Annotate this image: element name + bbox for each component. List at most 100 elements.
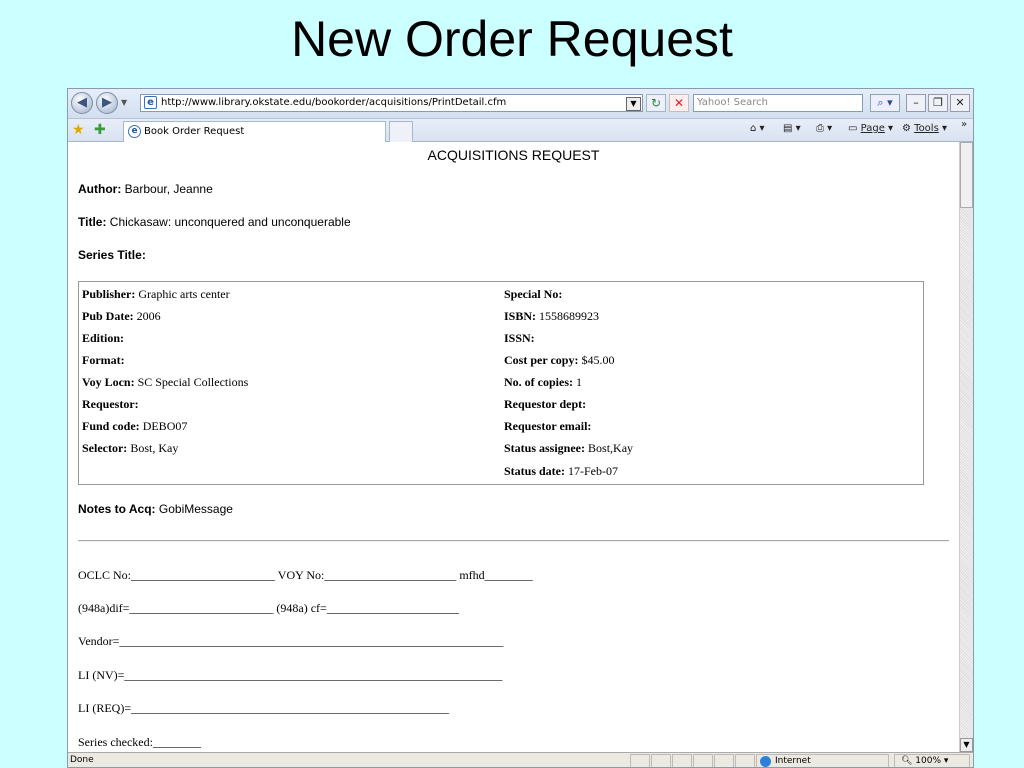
- isbn-row: ISBN: 1558689923: [504, 309, 599, 324]
- series-title-label: Series Title:: [78, 248, 146, 262]
- selector-label: Selector:: [82, 441, 128, 455]
- details-box: Publisher: Graphic arts center Pub Date:…: [78, 281, 924, 485]
- status-date-value: 17-Feb-07: [568, 464, 619, 478]
- li-nv-line: LI (NV)=________________________________…: [78, 668, 503, 682]
- status-pane: [672, 754, 692, 767]
- 948a-line: (948a)dif=________________________ (948a…: [78, 601, 459, 615]
- print-icon[interactable]: ⎙ ▾: [816, 123, 832, 134]
- status-assignee-label: Status assignee:: [504, 441, 586, 455]
- zoom-control[interactable]: 🔍︎ 100% ▾: [894, 754, 970, 767]
- feeds-icon[interactable]: ▤ ▾: [783, 123, 801, 134]
- slide-title: New Order Request: [291, 11, 733, 67]
- notes-value: GobiMessage: [158, 502, 233, 516]
- isbn-label: ISBN:: [504, 309, 537, 323]
- title-label: Title:: [78, 215, 107, 229]
- browser-window: ◀ ▶ ▼ e http://www.library.okstate.edu/b…: [67, 88, 974, 768]
- refresh-button[interactable]: ↻: [646, 94, 666, 112]
- status-pane: [714, 754, 734, 767]
- oclc-line: OCLC No:________________________ VOY No:…: [78, 568, 533, 582]
- stop-button[interactable]: ✕: [669, 94, 689, 112]
- fund-code-value: DEBO07: [142, 419, 188, 433]
- cost-per-copy-label: Cost per copy:: [504, 353, 579, 367]
- status-date-row: Status date: 17-Feb-07: [504, 464, 618, 479]
- status-text: Done: [70, 755, 94, 765]
- requestor-dept-row: Requestor dept:: [504, 397, 586, 412]
- title-value: Chickasaw: unconquered and unconquerable: [109, 215, 351, 229]
- status-pane: [735, 754, 755, 767]
- search-input[interactable]: Yahoo! Search: [693, 94, 863, 112]
- series-title-field: Series Title:: [78, 248, 146, 262]
- search-button[interactable]: ⌕ ▾: [870, 94, 900, 112]
- close-window-button[interactable]: ✕: [950, 94, 970, 112]
- scrollbar-thumb[interactable]: [960, 142, 973, 208]
- new-tab-button[interactable]: [389, 121, 413, 142]
- status-date-label: Status date:: [504, 464, 566, 478]
- add-favorites-icon[interactable]: ✚: [94, 122, 106, 138]
- back-button[interactable]: ◀: [71, 92, 93, 114]
- author-label: Author:: [78, 182, 122, 196]
- special-no-label: Special No:: [504, 287, 563, 301]
- format-label: Format:: [82, 353, 125, 367]
- publisher-label: Publisher:: [82, 287, 136, 301]
- ie-tab-icon: e: [128, 125, 141, 138]
- ie-page-icon: e: [144, 96, 157, 109]
- cost-per-copy-row: Cost per copy: $45.00: [504, 353, 614, 368]
- selector-value: Bost, Kay: [130, 441, 179, 455]
- issn-label: ISSN:: [504, 331, 535, 345]
- publisher-row: Publisher: Graphic arts center: [82, 287, 230, 302]
- li-req-line: LI (REQ)=_______________________________…: [78, 701, 450, 715]
- special-no-row: Special No:: [504, 287, 562, 302]
- minimize-button[interactable]: –: [906, 94, 926, 112]
- format-row: Format:: [82, 353, 125, 368]
- more-chevron-icon[interactable]: »: [961, 119, 967, 130]
- notes-label: Notes to Acq:: [78, 502, 156, 516]
- acquisitions-heading: ACQUISITIONS REQUEST: [427, 147, 600, 163]
- copies-label: No. of copies:: [504, 375, 573, 389]
- security-zone[interactable]: Internet: [756, 754, 889, 767]
- zone-label: Internet: [775, 756, 811, 766]
- status-assignee-value: Bost,Kay: [588, 441, 634, 455]
- edition-label: Edition:: [82, 331, 125, 345]
- address-url: http://www.library.okstate.edu/bookorder…: [161, 97, 507, 108]
- favorites-star-icon[interactable]: ★: [72, 122, 85, 138]
- author-field: Author: Barbour, Jeanne: [78, 182, 213, 196]
- pub-date-value: 2006: [136, 309, 161, 323]
- status-pane: [651, 754, 671, 767]
- requestor-dept-label: Requestor dept:: [504, 397, 587, 411]
- restore-button[interactable]: ❐: [928, 94, 948, 112]
- voy-locn-row: Voy Locn: SC Special Collections: [82, 375, 248, 390]
- status-pane: [693, 754, 713, 767]
- page-menu[interactable]: ▭ Page ▾: [848, 123, 893, 134]
- cost-per-copy-value: $45.00: [581, 353, 615, 367]
- scroll-down-arrow-icon[interactable]: ▼: [960, 738, 973, 752]
- title-field: Title: Chickasaw: unconquered and unconq…: [78, 215, 351, 229]
- publisher-value: Graphic arts center: [138, 287, 230, 301]
- issn-row: ISSN:: [504, 331, 535, 346]
- recent-pages-chevron-icon[interactable]: ▼: [121, 98, 127, 107]
- globe-icon: [760, 756, 771, 767]
- author-value: Barbour, Jeanne: [124, 182, 213, 196]
- isbn-value: 1558689923: [539, 309, 600, 323]
- zoom-level: 100%: [915, 756, 942, 766]
- requestor-row: Requestor:: [82, 397, 139, 412]
- tools-menu-label: Tools: [914, 123, 939, 134]
- tab-label: Book Order Request: [144, 126, 245, 137]
- tools-menu[interactable]: ⚙ Tools ▾: [902, 123, 947, 134]
- tab-book-order-request[interactable]: e Book Order Request: [123, 121, 386, 142]
- home-icon[interactable]: ⌂ ▾: [750, 123, 765, 134]
- notes-field: Notes to Acq: GobiMessage: [78, 502, 233, 516]
- copies-row: No. of copies: 1: [504, 375, 582, 390]
- status-assignee-row: Status assignee: Bost,Kay: [504, 441, 633, 456]
- address-input[interactable]: e http://www.library.okstate.edu/bookord…: [140, 94, 643, 112]
- tab-row: ★ ✚ e Book Order Request ⌂ ▾ ▤ ▾ ⎙ ▾ ▭ P…: [68, 119, 973, 142]
- fund-code-label: Fund code:: [82, 419, 140, 433]
- address-dropdown-icon[interactable]: ▼: [626, 97, 641, 111]
- vertical-scrollbar[interactable]: ▼: [959, 142, 973, 752]
- forward-button[interactable]: ▶: [96, 92, 118, 114]
- voy-locn-label: Voy Locn:: [82, 375, 135, 389]
- pub-date-row: Pub Date: 2006: [82, 309, 161, 324]
- requestor-email-row: Requestor email:: [504, 419, 591, 434]
- series-checked-line: Series checked:________: [78, 735, 201, 749]
- requestor-email-label: Requestor email:: [504, 419, 592, 433]
- status-pane: [630, 754, 650, 767]
